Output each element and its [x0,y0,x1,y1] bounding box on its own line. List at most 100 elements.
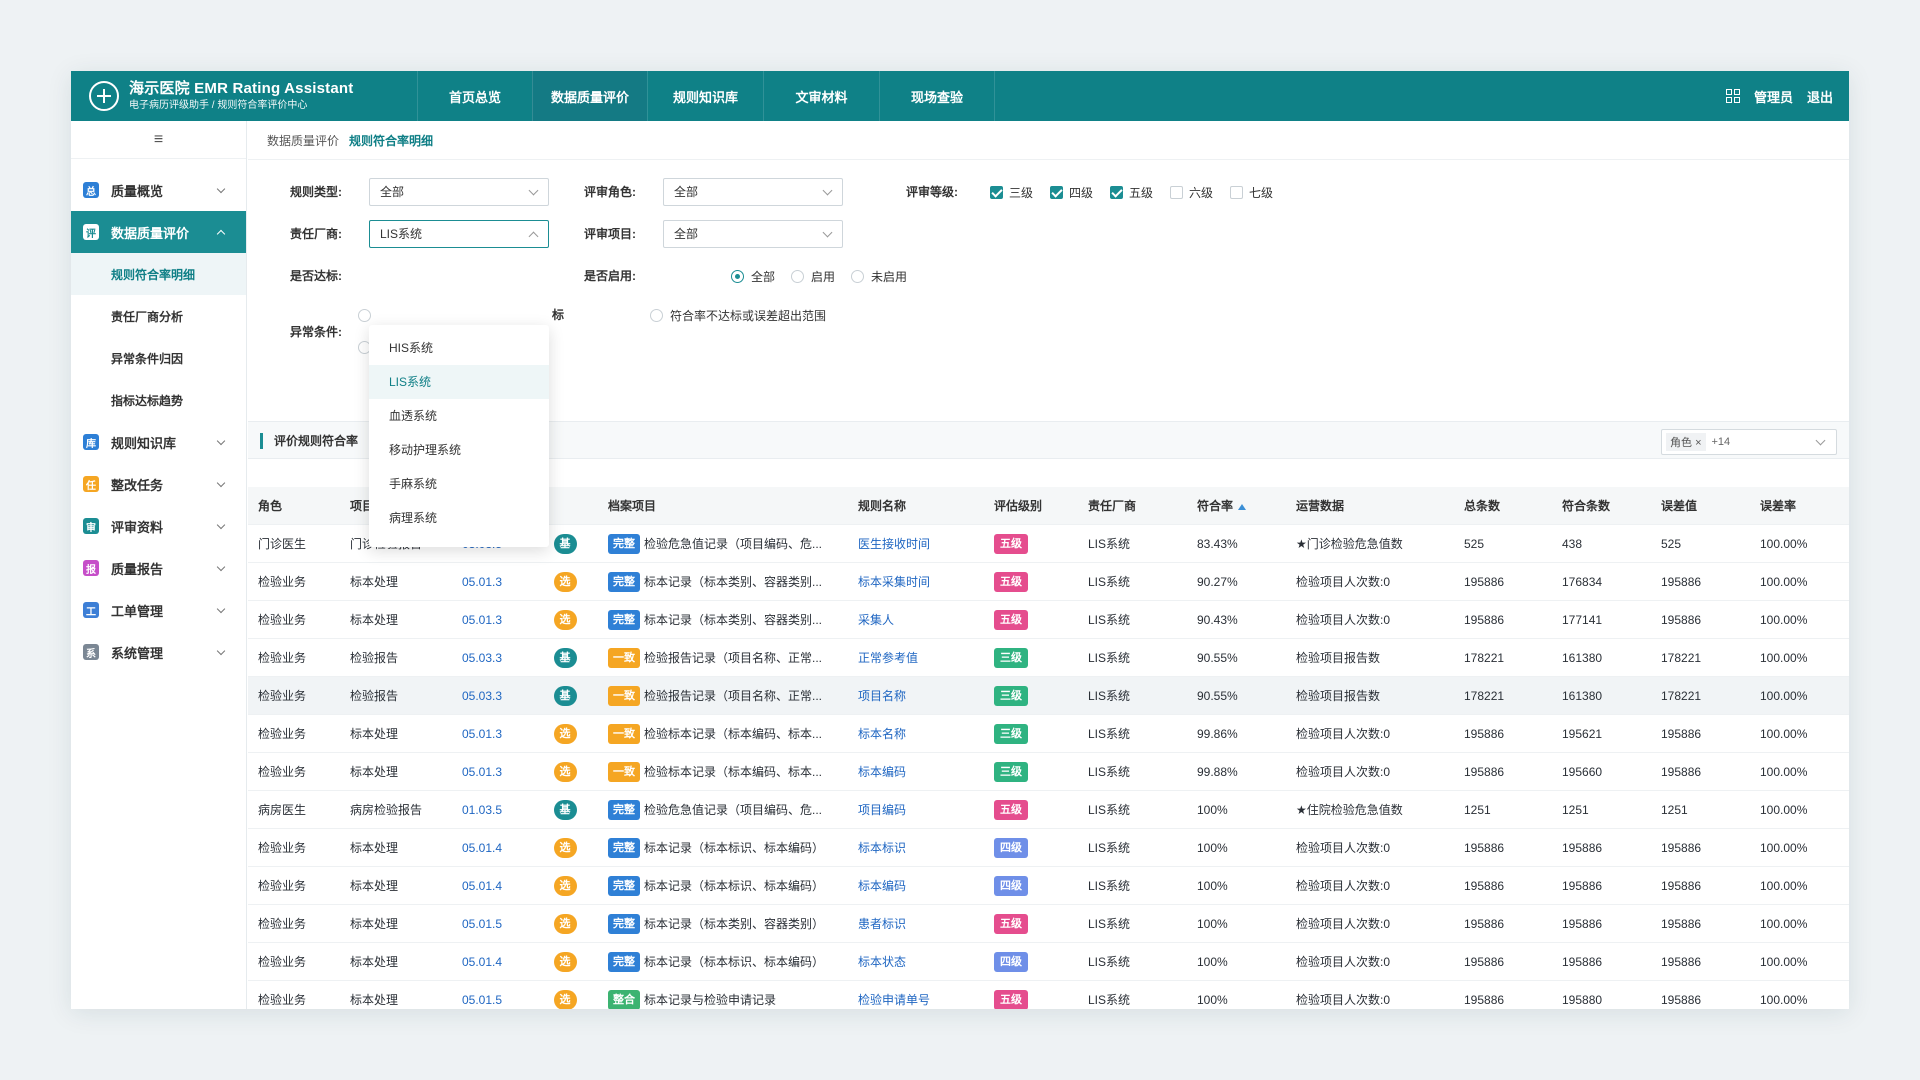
sort-asc-icon[interactable] [1238,503,1247,510]
user-name[interactable]: 管理员 [1754,87,1793,106]
cell-code[interactable]: 05.01.5 [462,981,502,1009]
logout-link[interactable]: 退出 [1807,87,1833,106]
cell-rule[interactable]: 标本编码 [858,753,906,791]
table-row[interactable]: 检验业务 标本处理 05.01.5 选整合 标本记录与检验申请记录 检验申请单号 五级 LIS… [248,981,1849,1009]
table-row[interactable]: 检验业务 标本处理 05.01.3 选 一致 检验标本记录（标本编码、标本... 标本名称 三… [248,715,1849,753]
cell-rule[interactable]: 项目编码 [858,791,906,829]
cell-rule[interactable]: 标本采集时间 [858,563,930,601]
sidebar-item-reports[interactable]: 报质量报告 [71,547,246,589]
col-ops[interactable]: 运营数据 [1296,487,1344,525]
chevron-down-icon [216,604,226,614]
vendor-select[interactable]: LIS系统 [369,220,549,248]
tab-onsite[interactable]: 现场查验 [879,71,995,121]
cell-code[interactable]: 05.03.3 [462,639,502,677]
sidebar-sub-rule-detail[interactable]: 规则符合率明细 [71,253,246,295]
col-rate[interactable]: 符合率 [1197,487,1247,525]
enabled-radio-on[interactable]: 启用 [791,266,835,286]
column-selector[interactable]: 角色 × +14 [1661,429,1837,455]
enabled-radio-off[interactable]: 未启用 [851,266,907,286]
logo[interactable]: 海示医院 EMR Rating Assistant 电子病历评级助手 / 规则符… [71,71,417,121]
cell-code[interactable]: 05.01.5 [462,905,502,943]
cell-code[interactable]: 05.01.3 [462,563,502,601]
radio-icon [650,308,663,322]
table-row[interactable]: 检验业务 标本处理 05.01.3 选 完整 标本记录（标本类别、容器类别... 采集人 五级… [248,601,1849,639]
sidebar-item-tickets[interactable]: 工工单管理 [71,589,246,631]
tab-home[interactable]: 首页总览 [417,71,532,121]
apps-grid-icon[interactable] [1725,89,1740,103]
type-tag: 选 [553,913,577,934]
cell-code[interactable]: 05.01.4 [462,943,502,981]
rule-type-select[interactable]: 全部 [369,178,549,206]
sidebar-item-system[interactable]: 系系统管理 [71,631,246,673]
col-errrate[interactable]: 误差率 [1760,487,1796,525]
cell-rule[interactable]: 正常参考值 [858,639,918,677]
level-checkbox-7[interactable]: 七级 [1230,182,1273,202]
abnormal-radio-2[interactable]: 符合率不达标或误差超出范围 [650,305,826,325]
hamburger-icon[interactable]: ≡ [71,121,246,159]
cell-rule[interactable]: 标本名称 [858,715,906,753]
sidebar-sub-abnormal-cause[interactable]: 异常条件归因 [71,337,246,379]
cell-code[interactable]: 05.01.4 [462,867,502,905]
cell-err: 525 [1661,537,1682,551]
table-row[interactable]: 检验业务 标本处理 05.01.4 选 完整 标本记录（标本标识、标本编码） 标本编码 四级 L… [248,867,1849,905]
role-select[interactable]: 全部 [663,178,843,206]
cell-rule[interactable]: 标本标识 [858,829,906,867]
dropdown-option-dialysis[interactable]: 血透系统 [369,399,549,433]
close-icon[interactable]: × [1695,437,1701,449]
level-checkbox-3[interactable]: 三级 [990,182,1033,202]
cell-code[interactable]: 05.01.3 [462,601,502,639]
column-tag[interactable]: 角色 × [1666,433,1706,451]
table-row[interactable]: 检验业务 标本处理 05.01.4 选 完整 标本记录（标本标识、标本编码） 标本状态 四级 L… [248,943,1849,981]
cell-rule[interactable]: 检验申请单号 [858,981,930,1009]
level-checkbox-5[interactable]: 五级 [1110,182,1153,202]
col-err[interactable]: 误差值 [1661,487,1697,525]
col-record[interactable]: 档案项目 [608,487,656,525]
cell-code[interactable]: 05.01.3 [462,715,502,753]
col-level[interactable]: 评估级别 [994,487,1042,525]
table-row[interactable]: 检验业务 标本处理 05.01.5 选 完整 标本记录（标本类别、容器类别） 患者标识 五级 L… [248,905,1849,943]
cell-rule[interactable]: 患者标识 [858,905,906,943]
tab-documents[interactable]: 文审材料 [763,71,879,121]
cell-rule[interactable]: 项目名称 [858,677,906,715]
col-match[interactable]: 符合条数 [1562,487,1610,525]
table-row[interactable]: 检验业务 检验报告 05.03.3 基 一致 检验报告记录（项目名称、正常... 正常参考值… [248,639,1849,677]
sidebar-item-tasks[interactable]: 任整改任务 [71,463,246,505]
dropdown-option-lis[interactable]: LIS系统 [369,365,549,399]
level-checkbox-4[interactable]: 四级 [1050,182,1093,202]
tab-data-quality[interactable]: 数据质量评价 [532,71,647,121]
cell-level: 四级 [994,943,1028,981]
item-select[interactable]: 全部 [663,220,843,248]
abnormal-radio-1[interactable] [358,305,378,325]
sidebar-item-data-quality[interactable]: 评数据质量评价 [71,211,246,253]
dropdown-option-anesthesia[interactable]: 手麻系统 [369,467,549,501]
dropdown-option-pathology[interactable]: 病理系统 [369,501,549,535]
sidebar-item-rules-kb[interactable]: 库规则知识库 [71,421,246,463]
sidebar-sub-vendor-analysis[interactable]: 责任厂商分析 [71,295,246,337]
table-row[interactable]: 检验业务 检验报告 05.03.3 基 一致 检验报告记录（项目名称、正常... 项目名称 三… [248,677,1849,715]
cell-code[interactable]: 05.01.4 [462,829,502,867]
cell-code[interactable]: 01.03.5 [462,791,502,829]
cell-rule[interactable]: 标本编码 [858,867,906,905]
cell-rule[interactable]: 标本状态 [858,943,906,981]
sidebar-item-overview[interactable]: 总质量概览 [71,169,246,211]
cell-code[interactable]: 05.03.3 [462,677,502,715]
col-vendor[interactable]: 责任厂商 [1088,487,1136,525]
level-checkbox-6[interactable]: 六级 [1170,182,1213,202]
tab-rules-kb[interactable]: 规则知识库 [647,71,763,121]
sidebar-sub-trend[interactable]: 指标达标趋势 [71,379,246,421]
dropdown-option-his[interactable]: HIS系统 [369,331,549,365]
cell-rule[interactable]: 医生接收时间 [858,525,930,563]
sidebar-item-review[interactable]: 审评审资料 [71,505,246,547]
col-role[interactable]: 角色 [258,487,282,525]
breadcrumb-parent[interactable]: 数据质量评价 [267,132,339,149]
table-row[interactable]: 检验业务 标本处理 05.01.3 选 一致 检验标本记录（标本编码、标本... 标本编码 三… [248,753,1849,791]
col-total[interactable]: 总条数 [1464,487,1500,525]
col-rule[interactable]: 规则名称 [858,487,906,525]
table-row[interactable]: 检验业务 标本处理 05.01.3 选 完整 标本记录（标本类别、容器类别... 标本采集时… [248,563,1849,601]
cell-code[interactable]: 05.01.3 [462,753,502,791]
cell-rule[interactable]: 采集人 [858,601,894,639]
enabled-radio-all[interactable]: 全部 [731,266,775,286]
table-row[interactable]: 检验业务 标本处理 05.01.4 选 完整 标本记录（标本标识、标本编码） 标本标识 四级 L… [248,829,1849,867]
table-row[interactable]: 病房医生 病房检验报告 01.03.5 基 完整 检验危急值记录（项目编码、危... 项目编… [248,791,1849,829]
dropdown-option-nursing[interactable]: 移动护理系统 [369,433,549,467]
